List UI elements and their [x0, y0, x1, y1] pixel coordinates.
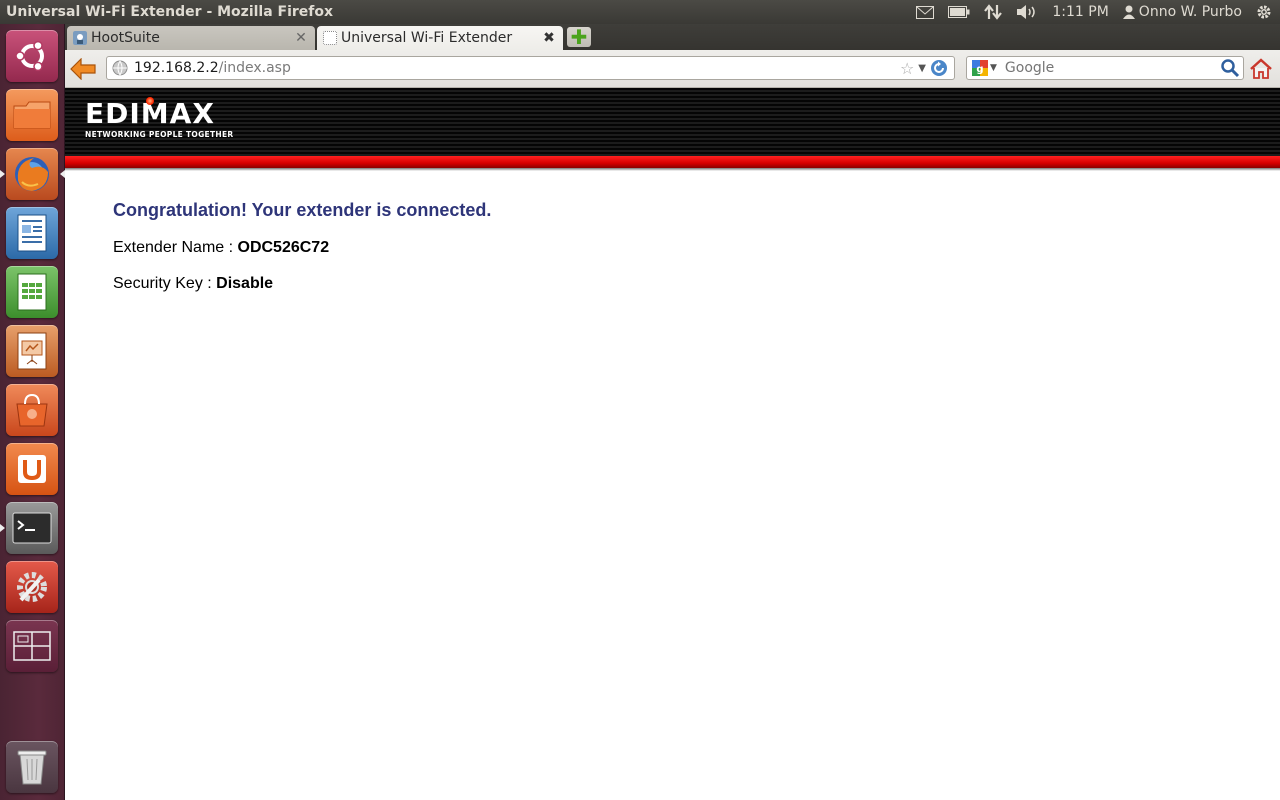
- user-name: Onno W. Purbo: [1138, 4, 1242, 20]
- status-message: Congratulation! Your extender is connect…: [113, 200, 491, 293]
- history-dropdown-icon[interactable]: ▼: [918, 63, 926, 74]
- tab-label: HootSuite: [91, 30, 160, 46]
- extender-name-line: Extender Name : ODC526C72: [113, 239, 491, 257]
- blank-page-favicon-icon: [323, 31, 337, 45]
- impress-icon[interactable]: [6, 325, 58, 377]
- search-input[interactable]: [1004, 60, 1220, 76]
- home-icon[interactable]: [1249, 57, 1273, 81]
- close-icon[interactable]: ✕: [293, 30, 309, 46]
- clock[interactable]: 1:11 PM: [1052, 0, 1108, 24]
- launcher-running-indicator: [0, 524, 5, 532]
- launcher: [0, 24, 65, 800]
- navigation-toolbar: 192.168.2.2/index.asp ☆ ▼ g ▼: [65, 50, 1280, 88]
- security-key-label: Security Key :: [113, 275, 217, 292]
- user-icon: [1122, 5, 1135, 19]
- extender-name-label: Extender Name :: [113, 239, 238, 256]
- trash-icon[interactable]: [6, 741, 58, 793]
- svg-text:g: g: [976, 64, 983, 75]
- volume-icon[interactable]: [1016, 0, 1038, 24]
- globe-icon[interactable]: [112, 60, 128, 76]
- ubuntu-one-icon[interactable]: [6, 443, 58, 495]
- mail-icon[interactable]: [916, 0, 935, 24]
- extender-name-value: ODC526C72: [237, 239, 330, 256]
- tab-hootsuite[interactable]: HootSuite ✕: [67, 26, 315, 50]
- logo-tagline: NETWORKING PEOPLE TOGETHER: [85, 130, 234, 139]
- ubuntu-logo-icon[interactable]: [6, 30, 58, 82]
- tab-universal-wifi-extender[interactable]: Universal Wi-Fi Extender ✖: [317, 26, 563, 50]
- bookmark-star-icon[interactable]: ☆: [900, 59, 914, 78]
- launcher-active-indicator: [0, 170, 5, 178]
- edimax-header: EDIMAX NETWORKING PEOPLE TOGETHER: [65, 88, 1280, 158]
- url-bar[interactable]: 192.168.2.2/index.asp ☆ ▼: [106, 56, 955, 80]
- logo-dot: [146, 97, 154, 105]
- close-icon[interactable]: ✖: [541, 30, 557, 46]
- search-icon[interactable]: [1220, 58, 1240, 78]
- system-settings-icon[interactable]: [6, 561, 58, 613]
- edimax-logo: EDIMAX NETWORKING PEOPLE TOGETHER: [85, 97, 234, 139]
- files-icon[interactable]: [6, 89, 58, 141]
- software-center-icon[interactable]: [6, 384, 58, 436]
- firefox-icon[interactable]: [6, 148, 58, 200]
- url-text[interactable]: 192.168.2.2/index.asp: [134, 60, 900, 76]
- security-key-value: Disable: [216, 275, 274, 292]
- page-title: Congratulation! Your extender is connect…: [113, 200, 492, 220]
- new-tab-button[interactable]: ✚: [567, 27, 591, 47]
- workspace-switcher-icon[interactable]: [6, 620, 58, 672]
- url-host: 192.168.2.2: [134, 60, 219, 76]
- battery-icon[interactable]: [948, 0, 970, 24]
- window-title: Universal Wi-Fi Extender - Mozilla Firef…: [6, 4, 334, 20]
- writer-icon[interactable]: [6, 207, 58, 259]
- calc-icon[interactable]: [6, 266, 58, 318]
- tab-label: Universal Wi-Fi Extender: [341, 30, 513, 46]
- back-arrow-icon: [70, 58, 96, 80]
- google-icon[interactable]: g: [972, 60, 988, 76]
- tab-bar: HootSuite ✕ Universal Wi-Fi Extender ✖ ✚: [65, 24, 1280, 50]
- header-shadow: [65, 168, 1280, 171]
- search-bar[interactable]: g ▼: [966, 56, 1244, 80]
- reload-icon[interactable]: [930, 59, 948, 77]
- page-content: EDIMAX NETWORKING PEOPLE TOGETHER Congra…: [65, 88, 1280, 800]
- network-icon[interactable]: [984, 0, 1003, 24]
- security-key-line: Security Key : Disable: [113, 275, 491, 293]
- logo-word: EDIMAX: [85, 97, 215, 130]
- back-button[interactable]: [69, 55, 97, 83]
- hootsuite-favicon-icon: [73, 31, 87, 45]
- top-panel: Universal Wi-Fi Extender - Mozilla Firef…: [0, 0, 1280, 24]
- terminal-icon[interactable]: [6, 502, 58, 554]
- url-path: /index.asp: [218, 60, 291, 76]
- user-indicator[interactable]: Onno W. Purbo: [1122, 4, 1242, 20]
- search-engine-dropdown-icon[interactable]: ▼: [990, 63, 997, 73]
- gear-icon[interactable]: [1256, 0, 1272, 24]
- plus-icon: ✚: [570, 25, 588, 49]
- red-band: [65, 156, 1280, 168]
